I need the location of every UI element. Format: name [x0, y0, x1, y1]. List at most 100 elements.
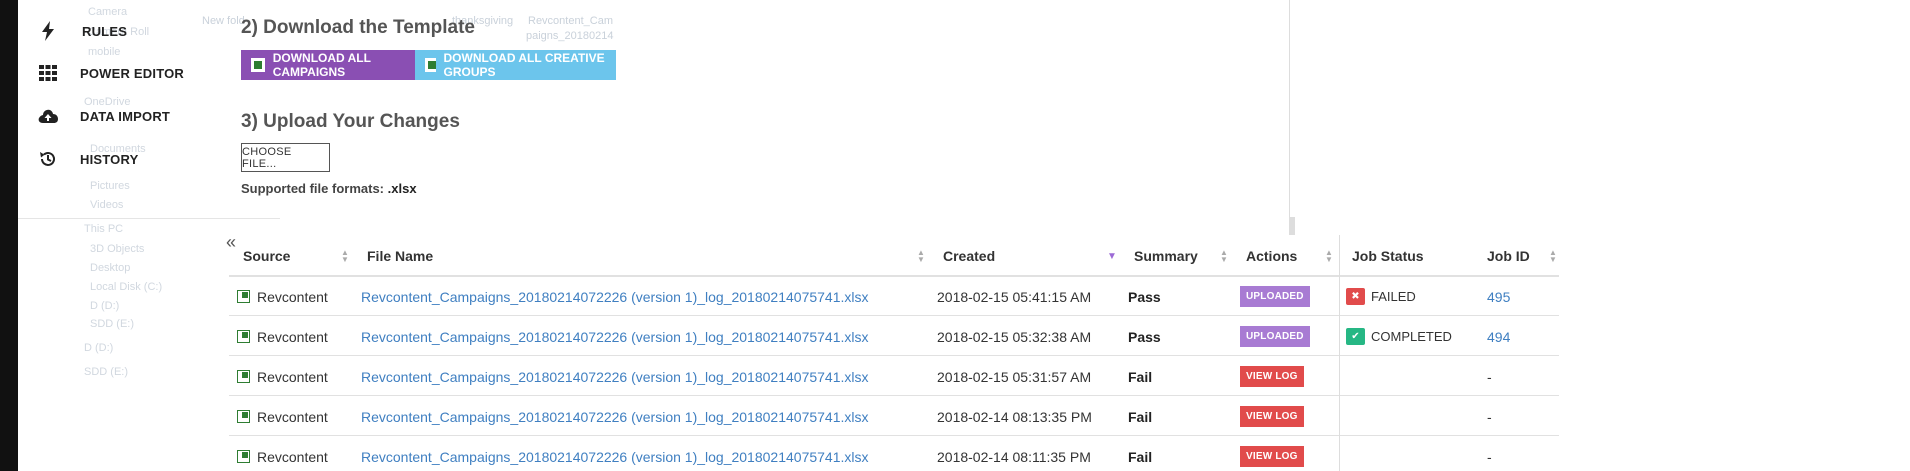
source-cell: Revcontent [237, 397, 328, 436]
column-header-source[interactable]: Source [243, 235, 290, 277]
revcontent-icon [237, 410, 250, 423]
uploaded-badge[interactable]: UPLOADED [1240, 326, 1310, 347]
source-cell: Revcontent [237, 357, 328, 396]
table-row: Revcontent Revcontent_Campaigns_20180214… [229, 397, 1559, 436]
sidebar-item-label: DATA IMPORT [80, 108, 171, 124]
excel-icon [251, 58, 265, 72]
ghost-label: Camera [88, 6, 128, 18]
ghost-label: This PC [84, 223, 124, 235]
cloud-upload-icon [36, 104, 60, 128]
column-header-file-name[interactable]: File Name [367, 235, 433, 277]
created-cell: 2018-02-15 05:41:15 AM [937, 288, 1092, 305]
sidebar-item-power-editor[interactable]: POWER EDITOR [36, 60, 184, 86]
bolt-icon [36, 19, 60, 43]
revcontent-icon [237, 330, 250, 343]
source-text: Revcontent [257, 328, 328, 345]
sidebar-item-label: POWER EDITOR [80, 65, 185, 81]
scrollbar-thumb[interactable] [1289, 217, 1295, 235]
summary-cell: Fail [1128, 408, 1153, 425]
ghost-label: D (D:) [84, 342, 114, 354]
step2-title: 2) Download the Template [241, 17, 476, 38]
column-header-job-id[interactable]: Job ID [1487, 235, 1530, 277]
step3-title: 3) Upload Your Changes [241, 111, 460, 132]
column-header-job-status[interactable]: Job Status [1352, 235, 1424, 277]
column-header-created[interactable]: Created [943, 235, 995, 277]
file-link[interactable]: Revcontent_Campaigns_20180214072226 (ver… [361, 289, 869, 305]
column-header-summary[interactable]: Summary [1134, 235, 1198, 277]
button-label: DOWNLOAD ALL CREATIVE GROUPS [443, 51, 605, 79]
sort-icon[interactable]: ▲ ▼ [1549, 249, 1557, 264]
created-cell: 2018-02-14 08:13:35 PM [937, 408, 1092, 425]
completed-check-icon: ✔ [1346, 328, 1365, 345]
sidebar-item-label: HISTORY [80, 151, 139, 167]
view-log-button[interactable]: VIEW LOG [1240, 406, 1304, 427]
job-status-column-divider [1339, 235, 1340, 471]
choose-file-button[interactable]: CHOOSE FILE... [241, 143, 330, 172]
file-link[interactable]: Revcontent_Campaigns_20180214072226 (ver… [361, 449, 869, 465]
panel-divider [1289, 0, 1290, 232]
sort-icon[interactable]: ▲ ▼ [917, 249, 925, 264]
revcontent-icon [237, 370, 250, 383]
ghost-label: Local Disk (C:) [90, 281, 163, 293]
column-header-actions[interactable]: Actions [1246, 235, 1297, 277]
history-icon [36, 147, 60, 171]
sort-icon[interactable]: ▲ ▼ [1325, 249, 1333, 264]
job-id-empty: - [1487, 448, 1492, 465]
view-log-button[interactable]: VIEW LOG [1240, 366, 1304, 387]
excel-icon [425, 58, 436, 72]
sidebar-item-label: RULES [82, 23, 128, 39]
ghost-label: Revcontent_Cam [528, 15, 613, 27]
job-id-empty: - [1487, 408, 1492, 425]
created-cell: 2018-02-15 05:32:38 AM [937, 328, 1092, 345]
ghost-label: Videos [90, 199, 124, 211]
grid-icon [36, 61, 60, 85]
sidebar-item-rules[interactable]: RULES [36, 18, 127, 44]
ghost-label: SDD (E:) [84, 366, 128, 378]
left-rail [0, 0, 18, 471]
created-cell: 2018-02-14 08:11:35 PM [937, 448, 1091, 465]
summary-cell: Fail [1128, 368, 1153, 385]
ghost-label: New fold [202, 15, 245, 27]
summary-cell: Fail [1128, 448, 1153, 465]
job-id-link[interactable]: 494 [1487, 329, 1510, 345]
formats-prefix: Supported file formats: [241, 181, 385, 196]
uploaded-badge[interactable]: UPLOADED [1240, 286, 1310, 307]
created-cell: 2018-02-15 05:31:57 AM [937, 368, 1092, 385]
source-text: Revcontent [257, 408, 328, 425]
sort-desc-icon[interactable]: ▼ [1107, 252, 1117, 262]
job-status-text: COMPLETED [1371, 329, 1452, 344]
revcontent-icon [237, 290, 250, 303]
ghost-label: 3D Objects [90, 243, 145, 255]
job-status-text: FAILED [1371, 289, 1416, 304]
failed-x-icon: ✖ [1346, 288, 1365, 305]
sidebar-item-data-import[interactable]: DATA IMPORT [36, 103, 170, 129]
source-text: Revcontent [257, 368, 328, 385]
summary-cell: Pass [1128, 328, 1161, 345]
sidebar-item-history[interactable]: HISTORY [36, 146, 138, 172]
ghost-label: Pictures [90, 180, 130, 192]
table-header: Source ▲ ▼ File Name ▲ ▼ Created ▼ Summary… [229, 235, 1559, 277]
file-link[interactable]: Revcontent_Campaigns_20180214072226 (ver… [361, 409, 869, 425]
source-text: Revcontent [257, 448, 328, 465]
formats-value: .xlsx [387, 181, 417, 196]
file-link[interactable]: Revcontent_Campaigns_20180214072226 (ver… [361, 329, 869, 345]
view-log-button[interactable]: VIEW LOG [1240, 446, 1304, 467]
source-cell: Revcontent [237, 277, 328, 316]
table-row: Revcontent Revcontent_Campaigns_20180214… [229, 357, 1559, 396]
table-row: Revcontent Revcontent_Campaigns_20180214… [229, 317, 1559, 356]
ghost-label: mobile [88, 46, 121, 58]
ghost-label: SDD (E:) [90, 318, 134, 330]
source-text: Revcontent [257, 288, 328, 305]
table-row: Revcontent Revcontent_Campaigns_20180214… [229, 277, 1559, 316]
job-id-empty: - [1487, 368, 1492, 385]
file-link[interactable]: Revcontent_Campaigns_20180214072226 (ver… [361, 369, 869, 385]
sort-icon[interactable]: ▲ ▼ [341, 249, 349, 264]
job-id-link[interactable]: 495 [1487, 289, 1510, 305]
source-cell: Revcontent [237, 317, 328, 356]
ghost-label: Desktop [90, 262, 131, 274]
table-row: Revcontent Revcontent_Campaigns_20180214… [229, 437, 1559, 471]
sort-icon[interactable]: ▲ ▼ [1220, 249, 1228, 264]
ghost-label: paigns_20180214 [526, 30, 614, 42]
sidebar-divider [18, 218, 280, 219]
download-all-creative-groups-button[interactable]: DOWNLOAD ALL CREATIVE GROUPS [415, 50, 616, 80]
